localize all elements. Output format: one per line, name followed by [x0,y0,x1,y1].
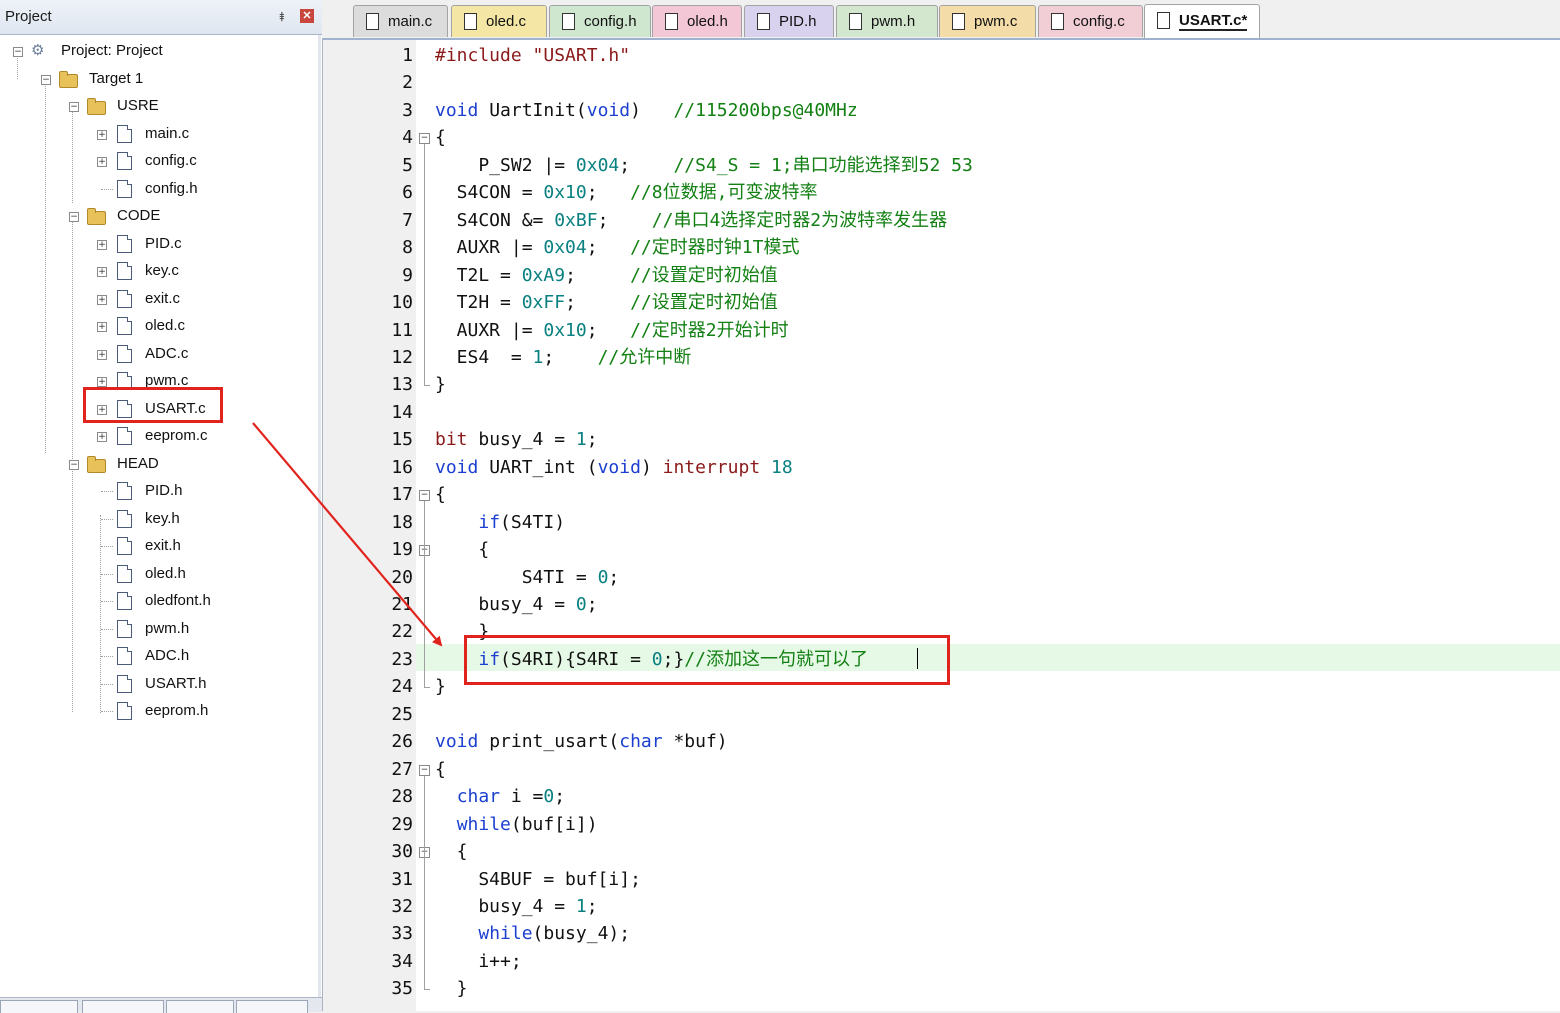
annotation-arrow [252,422,443,647]
